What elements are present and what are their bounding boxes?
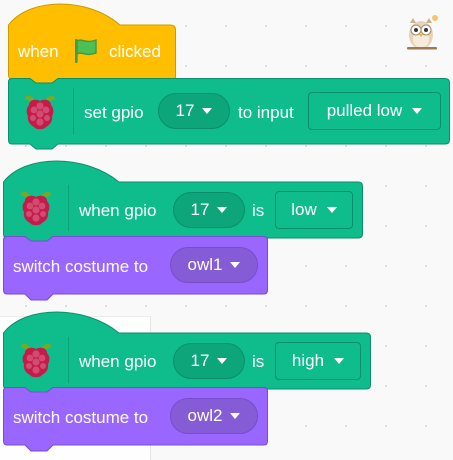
switch-costume-block[interactable]: switch costume to owl2 bbox=[3, 387, 269, 457]
raspberry-pi-icon bbox=[19, 340, 53, 380]
dropdown-arrow-icon bbox=[202, 108, 213, 114]
is-label: is bbox=[252, 201, 265, 220]
gpio-pin-dropdown[interactable]: 17 bbox=[173, 343, 245, 379]
switch-costume-label: switch costume to bbox=[13, 408, 149, 427]
gpio-state-dropdown[interactable]: high bbox=[275, 342, 361, 380]
switch-costume-block[interactable]: switch costume to owl1 bbox=[3, 236, 269, 306]
when-flag-clicked-block[interactable]: when clicked bbox=[8, 3, 176, 84]
raspberry-pi-icon bbox=[23, 92, 57, 132]
dropdown-arrow-icon bbox=[217, 207, 228, 213]
block-separator bbox=[73, 88, 74, 134]
gpio-pin-value: 17 bbox=[175, 101, 195, 120]
when-label: when bbox=[18, 42, 59, 61]
costume-dropdown[interactable]: owl2 bbox=[170, 398, 258, 434]
set-gpio-label: set gpio bbox=[84, 103, 144, 122]
dropdown-arrow-icon bbox=[334, 358, 345, 364]
block-separator bbox=[68, 337, 69, 383]
dropdown-arrow-icon bbox=[217, 358, 228, 364]
is-label: is bbox=[252, 352, 265, 371]
costume-value: owl1 bbox=[187, 255, 223, 274]
green-flag-icon[interactable] bbox=[72, 37, 100, 65]
block-separator bbox=[68, 185, 69, 231]
to-input-label: to input bbox=[238, 103, 294, 122]
switch-costume-label: switch costume to bbox=[13, 257, 149, 276]
gpio-state-value: high bbox=[291, 351, 325, 370]
gpio-pin-value: 17 bbox=[190, 200, 210, 219]
gpio-state-value: low bbox=[291, 200, 317, 219]
when-gpio-low-block[interactable]: when gpio 17 is low bbox=[3, 160, 363, 247]
gpio-pin-value: 17 bbox=[190, 351, 210, 370]
pull-mode-dropdown[interactable]: pulled low bbox=[308, 92, 441, 130]
when-gpio-label: when gpio bbox=[79, 201, 157, 220]
gpio-state-dropdown[interactable]: low bbox=[275, 191, 353, 229]
gpio-pin-dropdown[interactable]: 17 bbox=[158, 93, 230, 129]
raspberry-pi-icon bbox=[19, 188, 53, 228]
owl-sprite-icon[interactable] bbox=[404, 12, 442, 54]
dropdown-arrow-icon bbox=[412, 108, 423, 114]
clicked-label: clicked bbox=[109, 42, 161, 61]
when-gpio-label: when gpio bbox=[79, 352, 157, 371]
dropdown-arrow-icon bbox=[326, 207, 337, 213]
dropdown-arrow-icon bbox=[230, 413, 241, 419]
when-gpio-high-block[interactable]: when gpio 17 is high bbox=[3, 311, 371, 398]
dropdown-arrow-icon bbox=[230, 262, 241, 268]
gpio-pin-dropdown[interactable]: 17 bbox=[173, 192, 245, 228]
set-gpio-block[interactable]: set gpio 17 to input pulled low bbox=[8, 78, 451, 152]
costume-dropdown[interactable]: owl1 bbox=[170, 247, 258, 283]
costume-value: owl2 bbox=[187, 406, 223, 425]
pull-mode-value: pulled low bbox=[326, 101, 403, 120]
